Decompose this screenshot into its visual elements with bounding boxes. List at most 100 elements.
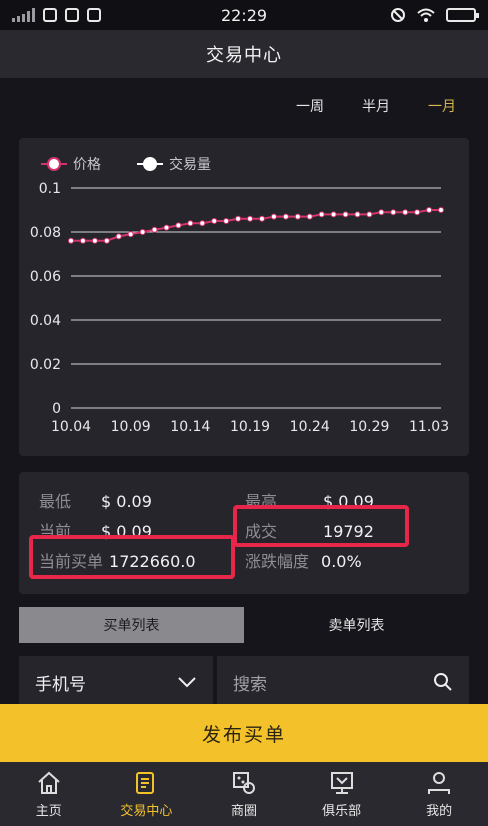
x-tick-label: 10.09: [111, 419, 151, 435]
status-bar: 22:29: [0, 0, 488, 30]
price-point: [151, 226, 158, 233]
nav-trade-label: 交易中心: [120, 803, 173, 819]
dnd-icon: [391, 8, 405, 22]
legend-label: 交易量: [169, 156, 211, 173]
price-point: [139, 229, 146, 235]
price-point: [282, 213, 289, 220]
highlight-box-deal: [233, 505, 409, 547]
nav-club[interactable]: 俱乐部: [293, 762, 391, 826]
nav-club-label: 俱乐部: [322, 803, 362, 819]
period-tab-month[interactable]: 一月: [428, 96, 456, 116]
club-icon: [330, 771, 353, 794]
price-chart: 0 0.02 0.04 0.06 0.08 0.1 10.04 10.09 10.14 10.19…: [30, 156, 449, 435]
list-tabs: 买单列表 卖单列表: [19, 607, 469, 643]
price-point: [223, 218, 230, 224]
price-point: [294, 213, 301, 220]
stat-low-label: 最低: [39, 492, 72, 511]
user-icon: [428, 771, 451, 794]
y-tick-label: 0.02: [30, 357, 61, 373]
x-tick-label: 10.19: [230, 419, 270, 435]
price-series-line: [71, 209, 441, 242]
news-notification-icon: [87, 8, 101, 22]
price-chart-card: 0 0.02 0.04 0.06 0.08 0.1 10.04 10.09 10.14 10.19…: [19, 138, 469, 456]
status-left: [12, 8, 182, 22]
bottom-nav: 主页 交易中心 商圈 俱乐部 我的: [0, 762, 488, 826]
price-point: [414, 209, 421, 216]
search-icon[interactable]: [433, 672, 453, 692]
price-point: [258, 215, 265, 222]
signal-icon: [12, 8, 35, 22]
x-tick-label: 10.04: [51, 419, 91, 435]
search-placeholder: 搜索: [233, 674, 267, 695]
price-point: [366, 211, 373, 218]
stat-low-value: $ 0.09: [101, 492, 152, 511]
nav-trade[interactable]: 交易中心: [98, 762, 196, 826]
stats-card: 最低 $ 0.09 最高 $ 0.09 当前 $ 0.09 成交 19792 当前买单 1…: [19, 472, 469, 594]
publish-buy-order-button[interactable]: 发布买单: [0, 704, 488, 762]
app-notification-icon: [43, 8, 57, 22]
nav-mine-label: 我的: [426, 803, 453, 819]
status-right: [306, 7, 479, 23]
filter-select[interactable]: 手机号: [19, 656, 213, 708]
nav-market[interactable]: 商圈: [195, 762, 293, 826]
price-point: [378, 209, 385, 216]
x-tick-label: 10.29: [349, 419, 389, 435]
price-point: [91, 237, 98, 244]
chevron-down-icon: [178, 677, 196, 688]
y-tick-label: 0.08: [30, 225, 61, 241]
home-icon: [38, 771, 60, 794]
search-input[interactable]: 搜索: [217, 656, 469, 708]
page-title: 交易中心: [206, 45, 282, 66]
price-point: [199, 220, 206, 227]
trade-icon: [136, 771, 155, 794]
x-tick-label: 10.24: [290, 419, 330, 435]
page-header: 交易中心: [0, 30, 488, 78]
legend-marker: [143, 157, 157, 171]
price-point: [354, 211, 361, 218]
legend-marker: [47, 157, 61, 171]
price-point: [235, 215, 242, 222]
y-tick-label: 0.1: [39, 181, 61, 197]
price-point: [426, 207, 433, 213]
price-point: [68, 237, 74, 244]
nav-market-label: 商圈: [230, 803, 257, 819]
stat-low: 最低 $ 0.09: [39, 488, 152, 512]
period-tab-half-month[interactable]: 半月: [362, 96, 390, 116]
market-icon: [232, 771, 255, 794]
price-point: [330, 211, 337, 218]
y-tick-label: 0.04: [30, 313, 61, 329]
price-point: [270, 213, 277, 220]
stat-change-label: 涨跌幅度: [245, 552, 310, 571]
period-tabs: 一周 半月 一月: [296, 96, 456, 116]
price-point: [211, 218, 218, 224]
price-point: [115, 233, 122, 240]
highlight-box-buy: [29, 535, 235, 579]
filter-select-value: 手机号: [35, 674, 86, 695]
price-point: [247, 215, 254, 222]
price-point: [306, 213, 313, 220]
y-tick-label: 0.06: [30, 269, 61, 285]
stat-change: 涨跌幅度 0.0%: [245, 548, 362, 572]
price-point: [163, 224, 170, 231]
price-point: [318, 211, 325, 218]
period-tab-week[interactable]: 一周: [296, 96, 324, 116]
tab-sell-list[interactable]: 卖单列表: [244, 607, 469, 643]
battery-icon: [446, 8, 479, 22]
nav-mine[interactable]: 我的: [390, 762, 488, 826]
stat-change-value: 0.0%: [321, 552, 362, 571]
filter-row: 手机号 搜索: [19, 656, 469, 708]
price-point: [103, 237, 110, 244]
wifi-icon: [417, 8, 435, 22]
nav-home-label: 主页: [35, 803, 62, 819]
x-tick-label: 11.03: [409, 419, 449, 435]
message-notification-icon: [65, 8, 79, 22]
price-point: [187, 220, 194, 227]
price-point: [342, 211, 349, 218]
tab-buy-list[interactable]: 买单列表: [19, 607, 244, 643]
price-point: [79, 237, 86, 244]
y-tick-label: 0: [52, 401, 61, 417]
nav-home[interactable]: 主页: [0, 762, 98, 826]
price-point: [127, 231, 134, 238]
price-point: [402, 209, 409, 216]
price-point: [438, 207, 444, 213]
